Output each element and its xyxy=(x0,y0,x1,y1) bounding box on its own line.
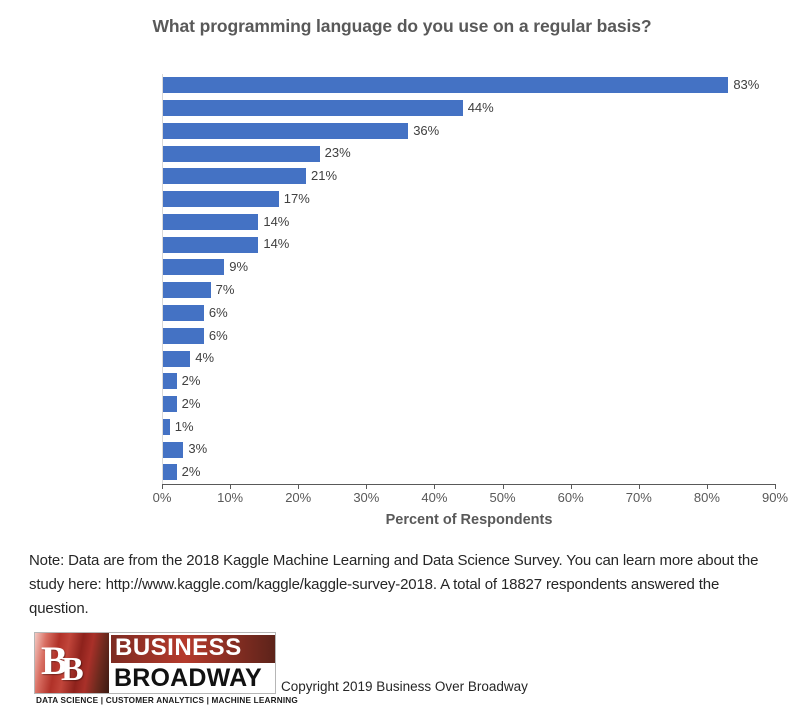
bar[interactable] xyxy=(163,304,204,321)
bar-value-label: 2% xyxy=(181,395,201,411)
bar[interactable] xyxy=(163,418,170,435)
bar-row: C#/.NET9% xyxy=(163,256,775,279)
bar-value-label: 9% xyxy=(229,259,249,275)
bar-value-label: 23% xyxy=(324,145,351,161)
bar[interactable] xyxy=(163,168,307,185)
logo-word-broadway: BROADWAY xyxy=(111,663,275,693)
x-axis-tick xyxy=(638,484,640,489)
bar[interactable] xyxy=(163,441,184,458)
bar[interactable] xyxy=(163,145,320,162)
bar-row: Bash14% xyxy=(163,211,775,234)
x-axis-line xyxy=(162,484,776,485)
x-axis-tick-label: 80% xyxy=(693,490,720,505)
business-over-broadway-logo: B B BUSINESS BROADWAY DATA SCIENCE | CUS… xyxy=(34,632,298,710)
bar-row: R36% xyxy=(163,120,775,143)
x-axis-tick xyxy=(502,484,504,489)
bar-value-label: 7% xyxy=(215,282,235,297)
bar-value-label: 6% xyxy=(208,304,228,320)
logo-word-broadway-text: BROADWAY xyxy=(114,664,262,692)
bar-value-label: 44% xyxy=(467,99,494,115)
x-axis-tick-label: 20% xyxy=(285,490,312,505)
x-axis-tick xyxy=(366,484,368,489)
bar-value-label: 17% xyxy=(283,190,310,206)
bar[interactable] xyxy=(163,350,191,367)
bar-value-label: 2% xyxy=(181,464,201,480)
x-axis-tick xyxy=(298,484,300,489)
bar-row: None2% xyxy=(163,461,775,484)
bar-row: C/C++23% xyxy=(163,142,775,165)
bar-value-label: 4% xyxy=(195,350,215,366)
bar-row: Other3% xyxy=(163,438,775,461)
bar-row: MATLAB14% xyxy=(163,233,775,256)
x-axis-tick xyxy=(570,484,572,489)
bar-value-label: 1% xyxy=(174,418,194,434)
x-axis-tick-label: 60% xyxy=(557,490,584,505)
x-axis-tick xyxy=(434,484,436,489)
plot-area: Python83%SQL44%R36%C/C++23%Java21%Javasc… xyxy=(162,74,775,484)
bar[interactable] xyxy=(163,396,177,413)
x-axis-tick xyxy=(706,484,708,489)
bar-value-label: 36% xyxy=(413,122,440,138)
x-axis-tick xyxy=(162,484,163,489)
bar-row: SAS/STATA6% xyxy=(163,325,775,348)
x-axis-tick-label: 0% xyxy=(152,490,172,505)
bar[interactable] xyxy=(163,213,259,230)
logo-tagline: DATA SCIENCE | CUSTOMER ANALYTICS | MACH… xyxy=(36,696,298,705)
bar-row: Julia1% xyxy=(163,416,775,439)
bar-value-label: 6% xyxy=(208,327,228,343)
bar-row: SQL44% xyxy=(163,97,775,120)
bar-chart: Python83%SQL44%R36%C/C++23%Java21%Javasc… xyxy=(0,70,804,490)
bar-row: Javascript/Typescript17% xyxy=(163,188,775,211)
bar[interactable] xyxy=(163,327,204,344)
bar-value-label: 83% xyxy=(733,77,760,92)
bar[interactable] xyxy=(163,191,279,208)
logo-bb-monogram: B B xyxy=(35,633,109,693)
bar-value-label: 21% xyxy=(311,168,338,184)
bar[interactable] xyxy=(163,77,729,94)
logo-monogram-letter-2: B xyxy=(61,651,84,688)
bar-row: Scala4% xyxy=(163,347,775,370)
bar[interactable] xyxy=(163,99,463,116)
x-axis-tick xyxy=(775,484,776,489)
footnote: Note: Data are from the 2018 Kaggle Mach… xyxy=(29,552,759,617)
bar-value-label: 14% xyxy=(263,236,290,252)
x-axis-tick-label: 10% xyxy=(217,490,244,505)
bar-row: Java21% xyxy=(163,165,775,188)
bar[interactable] xyxy=(163,464,177,481)
x-axis-tick-label: 50% xyxy=(489,490,516,505)
bar-row: Python83% xyxy=(163,74,775,97)
x-axis-tick xyxy=(230,484,232,489)
bar-row: Ruby2% xyxy=(163,393,775,416)
bar-row: Visual Basic/VBA7% xyxy=(163,279,775,302)
x-axis-tick-label: 40% xyxy=(421,490,448,505)
logo-word-business-text: BUSINESS xyxy=(115,635,242,661)
logo-word-business: BUSINESS xyxy=(111,635,275,663)
x-axis-title: Percent of Respondents xyxy=(385,512,553,528)
page-title: What programming language do you use on … xyxy=(152,16,652,36)
x-axis-tick-label: 90% xyxy=(761,490,789,505)
x-axis-tick-label: 30% xyxy=(353,490,380,505)
bar[interactable] xyxy=(163,122,409,139)
copyright-notice: Copyright 2019 Business Over Broadway xyxy=(281,679,528,694)
bar[interactable] xyxy=(163,282,211,299)
bar-row: PHP6% xyxy=(163,302,775,325)
bar-value-label: 2% xyxy=(181,373,201,389)
bar[interactable] xyxy=(163,259,225,276)
bar-row: Go2% xyxy=(163,370,775,393)
bar-value-label: 14% xyxy=(263,213,290,229)
logo-frame: B B BUSINESS BROADWAY xyxy=(34,632,276,694)
bar[interactable] xyxy=(163,373,177,390)
x-axis-tick-label: 70% xyxy=(625,490,652,505)
bar[interactable] xyxy=(163,236,259,253)
bar-value-label: 3% xyxy=(188,441,208,457)
